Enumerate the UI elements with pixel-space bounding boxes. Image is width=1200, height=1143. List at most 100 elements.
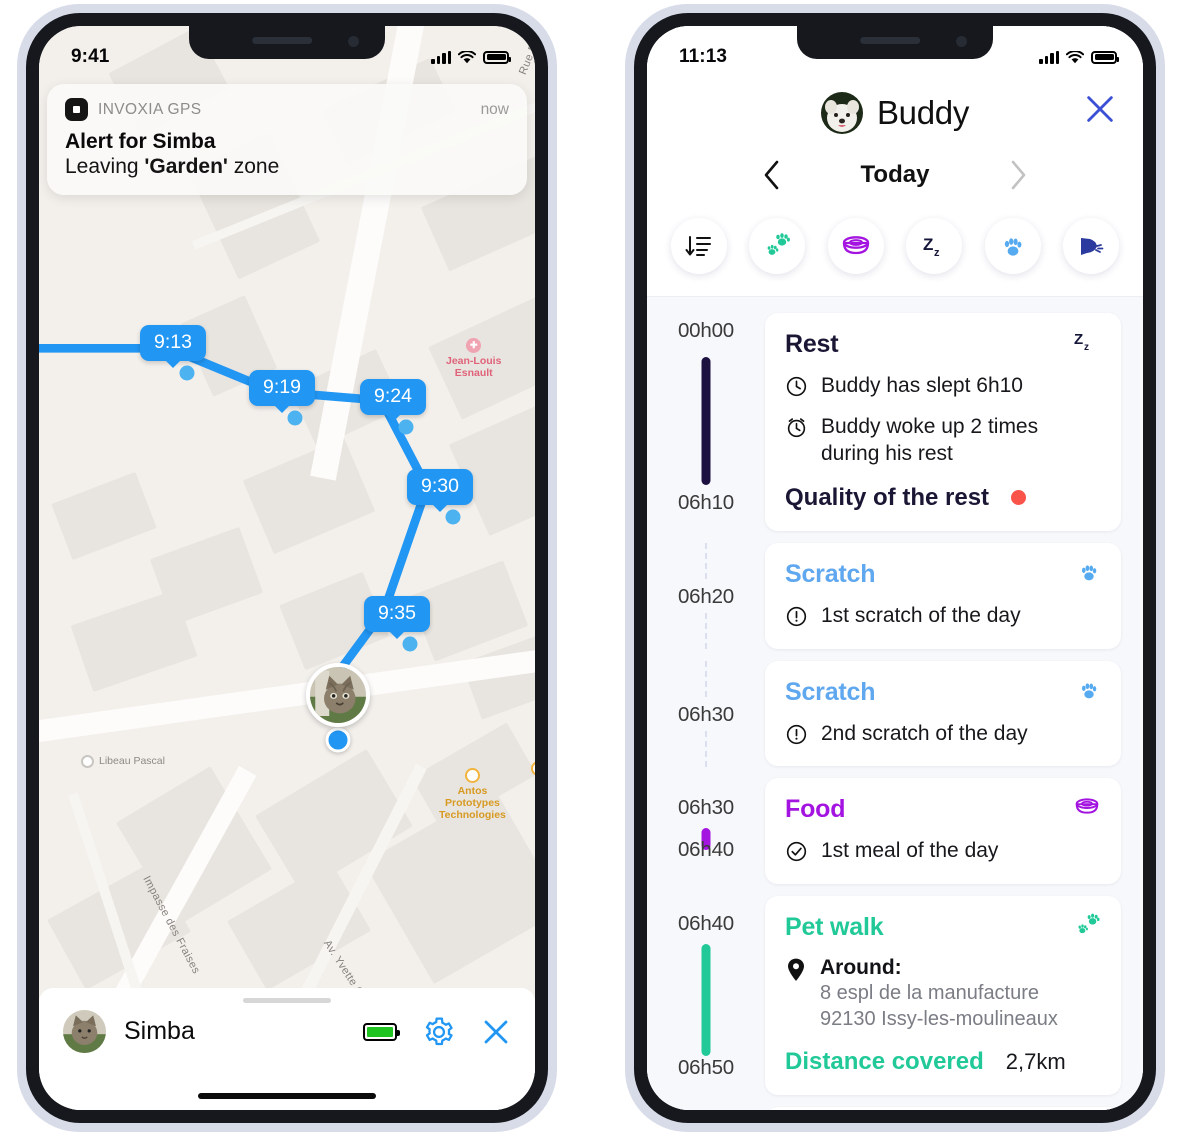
timeline-end-time: 06h40 [677,838,734,862]
activity-timeline-list[interactable]: 00h00 06h10 Rest Z z Buddy has slept 6h1… [647,297,1143,1110]
phone-right-bezel: Buddy Today Z z 00h00 06h10 Rest Z z Bud… [634,13,1156,1123]
card-address: Around: 8 espl de la manufacture 92130 I… [785,956,1101,1032]
card-title: Scratch [785,677,876,706]
check-circle-icon [786,842,807,862]
notification-app-name: INVOXIA GPS [98,100,202,118]
timeline-entry-scratch-2[interactable]: 06h30 Scratch 2nd scratch of the day [647,660,1121,779]
timeline-bar [701,357,711,485]
card-footer: Distance covered 2,7km [785,1048,1101,1076]
notification-timestamp: now [480,100,509,118]
route-point-dot[interactable] [179,365,195,381]
simba-map-avatar[interactable] [306,663,370,727]
activity-card-scratch[interactable]: Scratch 2nd scratch of the day [765,660,1121,767]
card-line-text: Buddy woke up 2 times during his rest [821,414,1039,465]
activity-card-scratch[interactable]: Scratch 1st scratch of the day [765,542,1121,649]
notification-body-prefix: Leaving [65,155,145,178]
device-notch [189,26,385,59]
dog-barking-icon [1080,238,1104,255]
timeline-end-time: 06h50 [677,1056,734,1080]
sleep-zz-icon: Z z [1074,331,1089,353]
timeline-start-time: 06h20 [673,582,738,611]
route-time-bubble[interactable]: 9:35 [364,596,430,632]
route-time-bubble[interactable]: 9:19 [249,370,315,406]
buddy-avatar[interactable] [820,92,863,134]
filter-sort-list[interactable] [671,218,727,274]
timeline-start-time: 00h00 [677,319,734,342]
card-line-text: 1st scratch of the day [821,603,1021,627]
timeline-start-time: 06h30 [677,796,734,820]
timeline-entry-pet-walk[interactable]: 06h40 06h50 Pet walk Around: 8 espl de l… [647,896,1121,1107]
svg-text:z: z [1084,342,1089,353]
route-time-bubble[interactable]: 9:30 [407,469,473,505]
chevron-left-icon[interactable] [759,158,785,192]
timeline-bar [701,944,711,1057]
notification-body-suffix: zone [227,155,280,178]
timeline-times: 06h40 06h50 [647,896,765,1084]
purple-food-bowl-icon [1075,798,1099,814]
card-line-text: Buddy has slept 6h10 [821,374,1023,397]
notification-banner[interactable]: INVOXIA GPS now Alert for Simba Leaving … [47,84,527,195]
card-line: 1st meal of the day [785,838,1101,865]
route-time-bubble[interactable]: 9:13 [140,325,206,361]
chevron-right-icon[interactable] [1005,158,1031,192]
close-icon[interactable] [1083,92,1117,126]
battery-icon [483,50,511,64]
svg-text:Z: Z [923,235,933,254]
card-line-text: 2nd scratch of the day [821,721,1028,745]
timeline-entry-food-1[interactable]: 06h30 06h40 Food 1st meal of the day [647,778,1121,896]
gear-icon[interactable] [423,1016,455,1048]
day-navigator: Today [647,140,1143,212]
close-icon[interactable] [481,1017,511,1047]
notification-body-zone: 'Garden' [144,155,228,178]
page-title: Buddy [876,94,970,131]
filter-food[interactable] [827,218,884,274]
timeline-entry-food-2[interactable]: 11h50 Food [647,1107,1121,1110]
filter-rest[interactable]: Z z [906,218,963,274]
timeline-start-time: 06h30 [673,700,738,729]
phone-right: Buddy Today Z z 00h00 06h10 Rest Z z Bud… [625,4,1165,1132]
filter-barking[interactable] [1062,218,1119,274]
blue-paw-scratch-icon [1081,682,1097,698]
battery-icon [1091,50,1119,64]
filter-pet-walk[interactable] [749,218,806,274]
timeline-end-time: 06h10 [677,491,734,514]
svg-text:z: z [934,247,940,259]
route-time-bubble[interactable]: 9:24 [360,379,426,415]
device-notch [797,26,993,59]
timeline-times: 06h30 06h40 [647,778,765,886]
timeline-times: 11h50 [647,1107,765,1110]
status-time: 9:41 [71,46,110,67]
home-indicator [198,1093,376,1099]
card-title: Food [785,795,846,824]
clock-icon [786,376,807,397]
phone-left-bezel: Rue Passe Impasse des Fraises Av. Yvette… [26,13,548,1123]
status-badge [1011,490,1027,506]
battery-full-green-icon[interactable] [363,1022,400,1041]
timeline-times: 06h30 [647,660,765,767]
dog-photo [820,92,863,134]
simba-avatar[interactable] [63,1010,106,1053]
phone-right-screen: Buddy Today Z z 00h00 06h10 Rest Z z Bud… [647,26,1143,1110]
activity-card-pet-walk[interactable]: Pet walk Around: 8 espl de la manufactur… [765,896,1121,1096]
activity-card-food[interactable]: Food [765,1107,1121,1110]
blue-paw-scratch-icon [1081,564,1097,580]
filter-scratch[interactable] [984,218,1041,274]
timeline-times: 06h20 [647,542,765,649]
card-title: Pet walk [785,913,884,942]
current-location-dot[interactable] [325,727,351,753]
cellular-bars-icon [1039,50,1059,64]
invoxia-app-icon [65,98,88,121]
activity-card-rest[interactable]: Rest Z z Buddy has slept 6h10 Buddy woke… [765,313,1121,531]
map-pin-icon [788,958,804,982]
address-line-2: 92130 Issy-les-moulineaux [820,1008,1058,1031]
sheet-grabber[interactable] [243,998,331,1003]
phone-left-screen: Rue Passe Impasse des Fraises Av. Yvette… [39,26,535,1110]
activity-card-food[interactable]: Food 1st meal of the day [765,778,1121,885]
alarm-clock-icon [787,418,806,438]
activity-timeline-screen: Buddy Today Z z 00h00 06h10 Rest Z z Bud… [647,26,1143,1110]
phone-left: Rue Passe Impasse des Fraises Av. Yvette… [17,4,557,1132]
timeline-entry-rest[interactable]: 00h00 06h10 Rest Z z Buddy has slept 6h1… [647,313,1121,543]
timeline-entry-scratch-1[interactable]: 06h20 Scratch 1st scratch of the day [647,542,1121,661]
cat-photo [310,667,366,723]
pet-bottom-sheet[interactable]: Simba [39,988,535,1110]
